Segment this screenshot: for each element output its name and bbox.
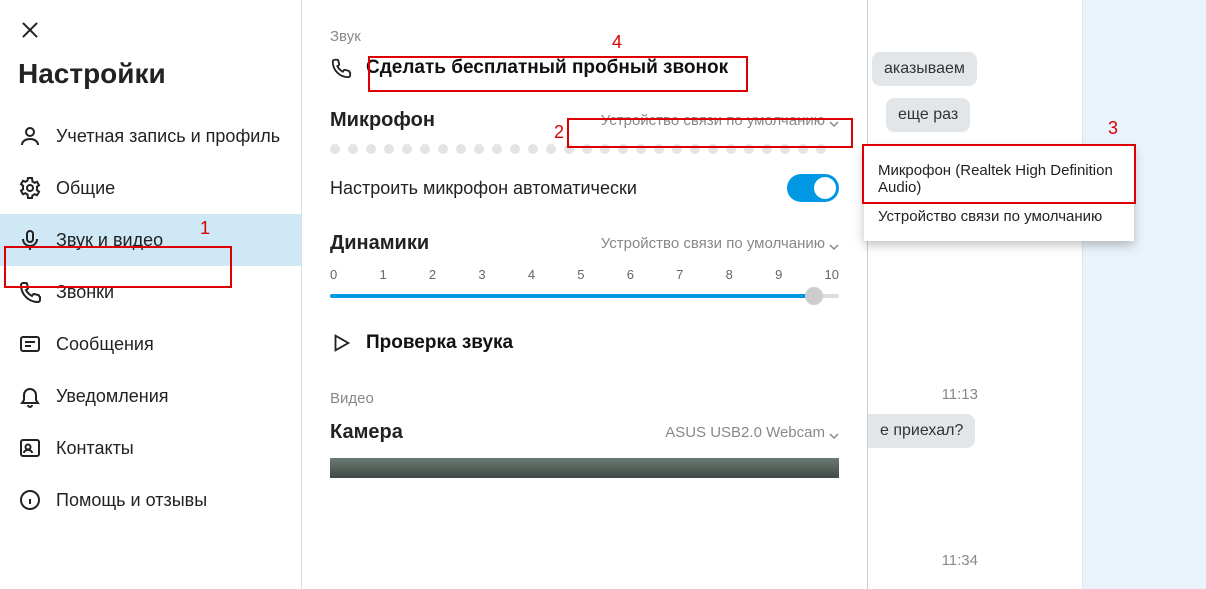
volume-slider-ticks: 012 345 678 910 bbox=[330, 267, 839, 282]
microphone-device-select[interactable]: Устройство связи по умолчанию bbox=[601, 112, 839, 129]
phone-icon bbox=[330, 57, 352, 79]
bell-icon bbox=[18, 384, 42, 408]
speakers-device-select[interactable]: Устройство связи по умолчанию bbox=[601, 235, 839, 252]
sidebar-item-label: Учетная запись и профиль bbox=[56, 125, 280, 148]
camera-device-select[interactable]: ASUS USB2.0 Webcam bbox=[665, 424, 839, 441]
phone-icon bbox=[18, 280, 42, 304]
settings-title: Настройки bbox=[18, 58, 166, 90]
sidebar-item-label: Помощь и отзывы bbox=[56, 489, 207, 512]
close-icon[interactable] bbox=[18, 18, 42, 42]
annotation-label-1: 1 bbox=[200, 218, 210, 239]
chat-background: аказываем еще раз ls/467892/ 11:13 е при… bbox=[868, 0, 1206, 589]
test-sound-label: Проверка звука bbox=[366, 332, 513, 354]
sidebar-item-contacts[interactable]: Контакты bbox=[0, 422, 301, 474]
speakers-heading: Динамики bbox=[330, 232, 429, 255]
slider-thumb[interactable] bbox=[805, 287, 823, 305]
microphone-icon bbox=[18, 228, 42, 252]
auto-mic-toggle[interactable] bbox=[787, 174, 839, 202]
auto-mic-label: Настроить микрофон автоматически bbox=[330, 178, 637, 199]
sidebar-item-general[interactable]: Общие bbox=[0, 162, 301, 214]
person-icon bbox=[18, 124, 42, 148]
sidebar-item-calls[interactable]: Звонки bbox=[0, 266, 301, 318]
auto-mic-row: Настроить микрофон автоматически bbox=[330, 174, 839, 202]
message-icon bbox=[18, 332, 42, 356]
chat-bubble: аказываем bbox=[872, 52, 977, 86]
microphone-heading: Микрофон bbox=[330, 109, 435, 132]
microphone-dropdown: Микрофон (Realtek High Definition Audio)… bbox=[864, 146, 1134, 241]
sidebar-item-label: Контакты bbox=[56, 437, 134, 460]
sidebar-item-notifications[interactable]: Уведомления bbox=[0, 370, 301, 422]
sidebar-item-label: Уведомления bbox=[56, 385, 169, 408]
gear-icon bbox=[18, 176, 42, 200]
test-call-label: Сделать бесплатный пробный звонок bbox=[366, 57, 728, 79]
dropdown-option[interactable]: Микрофон (Realtek High Definition Audio) bbox=[876, 156, 1122, 202]
chevron-down-icon bbox=[829, 428, 839, 438]
speakers-row: Динамики Устройство связи по умолчанию bbox=[330, 232, 839, 255]
slider-fill bbox=[330, 294, 814, 298]
speakers-device-value: Устройство связи по умолчанию bbox=[601, 235, 825, 252]
chat-bubble: е приехал? bbox=[868, 414, 975, 448]
chevron-down-icon bbox=[829, 239, 839, 249]
sidebar-item-audio-video[interactable]: Звук и видео bbox=[0, 214, 301, 266]
contacts-icon bbox=[18, 436, 42, 460]
microphone-device-value: Устройство связи по умолчанию bbox=[601, 112, 825, 129]
sidebar-nav: Учетная запись и профиль Общие Звук и ви… bbox=[0, 110, 301, 526]
chevron-down-icon bbox=[829, 116, 839, 126]
settings-sidebar: Настройки Учетная запись и профиль Общие… bbox=[0, 0, 302, 589]
annotation-label-4: 4 bbox=[612, 32, 622, 53]
sound-section-header: Звук bbox=[330, 28, 839, 45]
annotation-label-3: 3 bbox=[1108, 118, 1118, 139]
sidebar-item-label: Звонки bbox=[56, 281, 114, 304]
chat-bubble: еще раз bbox=[886, 98, 970, 132]
dropdown-option[interactable]: Устройство связи по умолчанию bbox=[876, 202, 1122, 231]
video-section-header: Видео bbox=[330, 390, 839, 407]
annotation-label-2: 2 bbox=[554, 122, 564, 143]
camera-heading: Камера bbox=[330, 421, 403, 444]
sidebar-item-account[interactable]: Учетная запись и профиль bbox=[0, 110, 301, 162]
sidebar-item-label: Общие bbox=[56, 177, 115, 200]
info-icon bbox=[18, 488, 42, 512]
camera-row: Камера ASUS USB2.0 Webcam bbox=[330, 421, 839, 444]
settings-main-panel: Звук Сделать бесплатный пробный звонок М… bbox=[302, 0, 868, 589]
sidebar-item-messages[interactable]: Сообщения bbox=[0, 318, 301, 370]
sidebar-item-help[interactable]: Помощь и отзывы bbox=[0, 474, 301, 526]
camera-preview bbox=[330, 458, 839, 478]
microphone-row: Микрофон Устройство связи по умолчанию bbox=[330, 109, 839, 132]
sidebar-item-label: Звук и видео bbox=[56, 229, 163, 252]
sidebar-item-label: Сообщения bbox=[56, 333, 154, 356]
volume-slider[interactable] bbox=[330, 286, 839, 306]
mic-level-dots bbox=[330, 144, 839, 154]
test-sound-row[interactable]: Проверка звука bbox=[330, 332, 839, 354]
camera-device-value: ASUS USB2.0 Webcam bbox=[665, 424, 825, 441]
chat-side-shade bbox=[1082, 0, 1206, 589]
test-call-row[interactable]: Сделать бесплатный пробный звонок bbox=[330, 57, 839, 79]
play-icon bbox=[330, 332, 352, 354]
